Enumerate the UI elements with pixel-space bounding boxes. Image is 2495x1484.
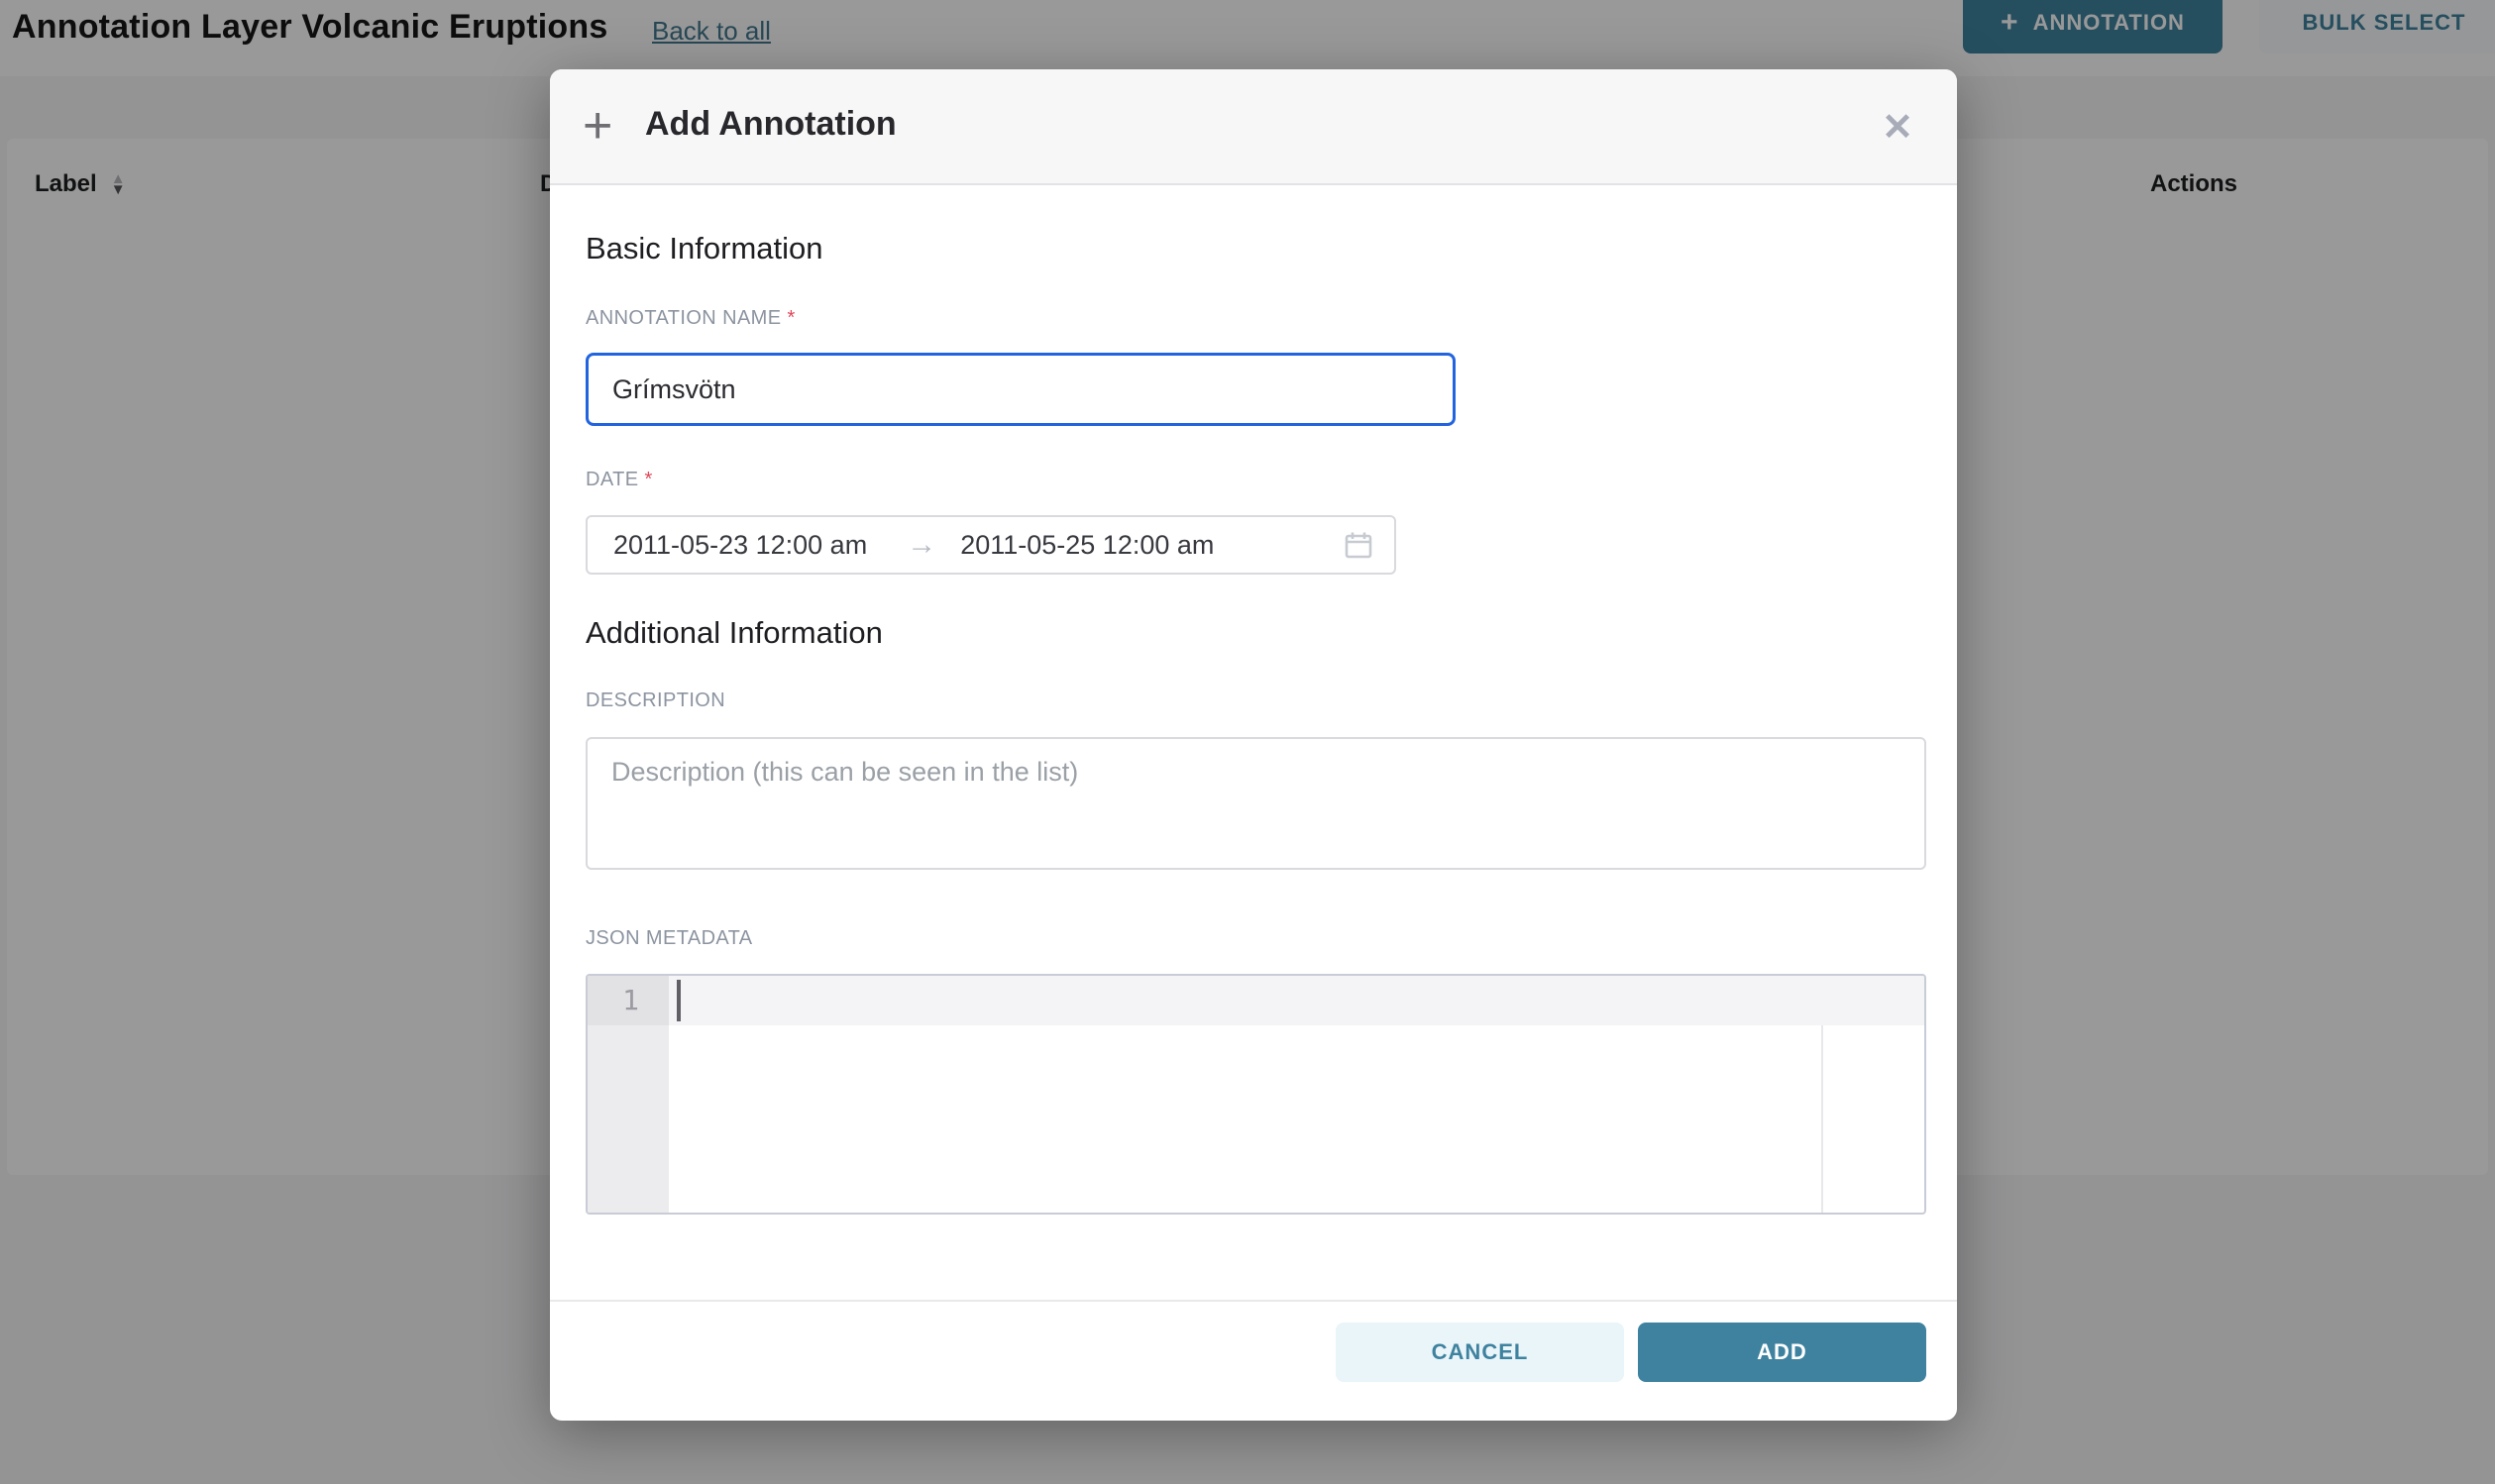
- editor-line-number: 1: [588, 976, 639, 1025]
- modal-header: + Add Annotation ✕: [550, 69, 1957, 185]
- modal-footer: CANCEL ADD: [550, 1300, 1957, 1421]
- date-end-value[interactable]: 2011-05-25 12:00 am: [960, 530, 1214, 561]
- additional-information-heading: Additional Information: [586, 615, 883, 651]
- description-textarea[interactable]: [586, 737, 1926, 870]
- add-button[interactable]: ADD: [1638, 1323, 1926, 1382]
- date-range-picker[interactable]: 2011-05-23 12:00 am → 2011-05-25 12:00 a…: [586, 515, 1396, 575]
- close-icon[interactable]: ✕: [1868, 99, 1927, 155]
- description-label-text: DESCRIPTION: [586, 689, 725, 711]
- add-button-label: ADD: [1757, 1339, 1807, 1365]
- annotation-name-label: ANNOTATION NAME *: [586, 307, 796, 330]
- date-label-text: DATE: [586, 469, 638, 490]
- editor-print-margin: [1821, 1025, 1823, 1213]
- date-start-value[interactable]: 2011-05-23 12:00 am: [613, 530, 867, 561]
- editor-active-line: [669, 976, 1924, 1025]
- add-annotation-modal: + Add Annotation ✕ Basic Information ANN…: [550, 69, 1957, 1419]
- description-label: DESCRIPTION: [586, 689, 725, 712]
- calendar-icon: [1343, 529, 1374, 561]
- json-metadata-label-text: JSON METADATA: [586, 927, 753, 949]
- json-metadata-label: JSON METADATA: [586, 927, 753, 950]
- screen: Annotation Layer Volcanic Eruptions Back…: [0, 0, 2495, 1484]
- cancel-button-label: CANCEL: [1432, 1339, 1529, 1365]
- annotation-name-input[interactable]: [586, 353, 1456, 426]
- modal-title: Add Annotation: [645, 105, 897, 144]
- required-asterisk: *: [787, 307, 795, 329]
- date-label: DATE *: [586, 469, 653, 491]
- cancel-button[interactable]: CANCEL: [1336, 1323, 1624, 1382]
- json-metadata-editor[interactable]: 1: [586, 974, 1926, 1215]
- annotation-name-label-text: ANNOTATION NAME: [586, 307, 781, 329]
- arrow-right-icon: →: [907, 528, 936, 562]
- editor-cursor: [677, 980, 681, 1021]
- required-asterisk: *: [644, 469, 652, 490]
- plus-icon: +: [583, 101, 612, 151]
- basic-information-heading: Basic Information: [586, 231, 823, 266]
